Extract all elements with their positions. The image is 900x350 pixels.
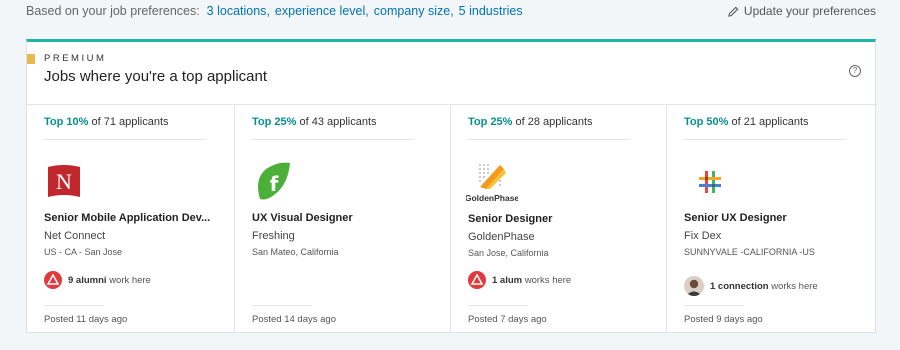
pref-link-locations[interactable]: 3 locations xyxy=(207,4,267,18)
goldenphase-logo: GoldenPhase xyxy=(465,159,519,205)
applicant-rank: Top 25% of 43 applicants xyxy=(252,116,377,128)
job-preferences-bar: Based on your job preferences: 3 locatio… xyxy=(26,4,876,18)
alumni-icon xyxy=(44,271,62,289)
company-name: Fix Dex xyxy=(684,230,722,242)
pref-link-experience[interactable]: experience level xyxy=(275,4,365,18)
job-card[interactable]: Top 50% of 21 applicants Senior UX Desig… xyxy=(667,105,875,333)
company-name: GoldenPhase xyxy=(468,231,535,243)
company-name: Net Connect xyxy=(44,230,106,242)
job-title[interactable]: Senior Designer xyxy=(468,213,552,225)
pref-link-company-size[interactable]: company size xyxy=(374,4,450,18)
premium-badge-icon xyxy=(27,54,35,64)
svg-text:N: N xyxy=(56,169,72,194)
help-icon[interactable]: ? xyxy=(849,65,861,77)
svg-text:f: f xyxy=(270,172,279,196)
job-title[interactable]: Senior Mobile Application Dev... xyxy=(44,212,210,224)
jobs-list: Top 10% of 71 applicants N Senior Mobile… xyxy=(27,105,875,333)
divider xyxy=(252,139,414,140)
job-location: SUNNYVALE -CALIFORNIA -US xyxy=(684,247,815,257)
divider xyxy=(44,139,206,140)
applicant-rank: Top 50% of 21 applicants xyxy=(684,116,809,128)
posted-date: Posted 7 days ago xyxy=(468,314,547,325)
posted-date: Posted 9 days ago xyxy=(684,314,763,325)
posted-date: Posted 11 days ago xyxy=(44,314,128,325)
company-name: Freshing xyxy=(252,230,295,242)
divider xyxy=(684,139,846,140)
premium-label: PREMIUM xyxy=(44,53,107,64)
freshing-logo: f xyxy=(252,161,292,201)
job-card[interactable]: Top 10% of 71 applicants N Senior Mobile… xyxy=(27,105,235,333)
card-title: Jobs where you're a top applicant xyxy=(44,68,268,85)
pencil-icon xyxy=(728,6,739,17)
job-location: San Jose, California xyxy=(468,248,549,258)
job-title[interactable]: UX Visual Designer xyxy=(252,212,353,224)
connection-avatar[interactable] xyxy=(684,276,704,296)
svg-text:GoldenPhase: GoldenPhase xyxy=(466,193,518,203)
fix-dex-logo xyxy=(697,169,723,195)
divider xyxy=(44,305,104,306)
job-location: US - CA - San Jose xyxy=(44,247,123,257)
posted-date: Posted 14 days ago xyxy=(252,314,336,325)
pref-link-industries[interactable]: 5 industries xyxy=(459,4,523,18)
alumni-icon xyxy=(468,271,486,289)
alumni-insight: 9 alumni work here xyxy=(44,271,151,289)
job-card[interactable]: Top 25% of 43 applicants f UX Visual Des… xyxy=(235,105,451,333)
alumni-insight: 1 alum works here xyxy=(468,271,571,289)
top-applicant-card: PREMIUM Jobs where you're a top applican… xyxy=(26,39,876,333)
job-location: San Mateo, California xyxy=(252,247,339,257)
divider xyxy=(684,305,744,306)
preferences-label: Based on your job preferences: xyxy=(26,4,200,18)
update-preferences-label: Update your preferences xyxy=(743,4,876,18)
connection-insight: 1 connection works here xyxy=(684,276,818,296)
applicant-rank: Top 25% of 28 applicants xyxy=(468,116,593,128)
card-header: PREMIUM Jobs where you're a top applican… xyxy=(27,42,875,105)
net-connect-logo: N xyxy=(44,161,84,201)
divider xyxy=(468,139,630,140)
divider xyxy=(468,305,528,306)
applicant-rank: Top 10% of 71 applicants xyxy=(44,116,169,128)
divider xyxy=(252,305,312,306)
job-title[interactable]: Senior UX Designer xyxy=(684,212,787,224)
update-preferences-button[interactable]: Update your preferences xyxy=(728,4,876,18)
job-card[interactable]: Top 25% of 28 applicants GoldenPhase Sen… xyxy=(451,105,667,333)
